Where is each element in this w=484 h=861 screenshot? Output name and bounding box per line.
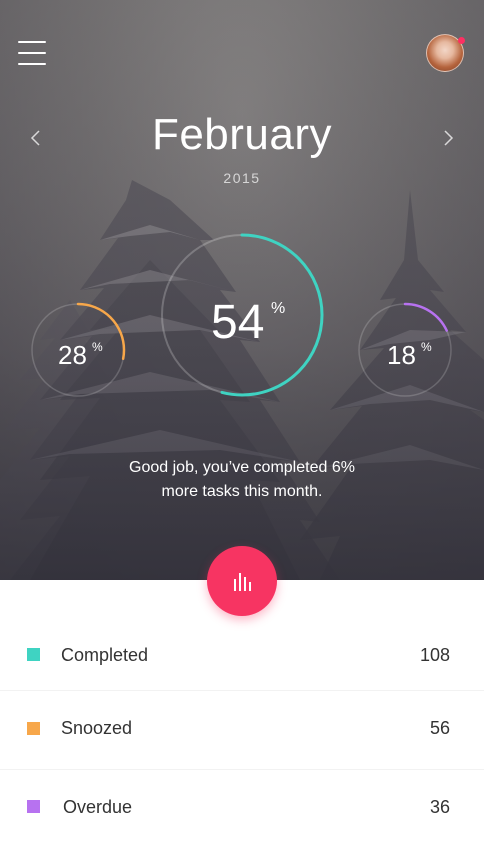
completion-ring-right: 18 % xyxy=(357,302,453,398)
left-percent-unit: % xyxy=(92,340,103,354)
summary-line-2: more tasks this month. xyxy=(161,483,323,500)
month-title: February xyxy=(151,110,333,159)
overdue-swatch xyxy=(27,800,40,813)
menu-line xyxy=(18,52,46,54)
snoozed-swatch xyxy=(27,722,40,735)
menu-line xyxy=(18,41,46,43)
year-label: 2015 xyxy=(223,170,261,186)
legend-count: 56 xyxy=(429,718,450,738)
menu-line xyxy=(18,63,46,65)
legend-row-snoozed[interactable]: Snoozed 56 xyxy=(0,691,484,770)
completion-ring-main: 54 % xyxy=(159,232,325,398)
right-percent-unit: % xyxy=(421,340,432,354)
bar-chart-icon xyxy=(232,571,252,591)
legend-label: Completed xyxy=(61,645,149,665)
main-percent-value: 54 xyxy=(211,296,265,349)
summary-message: Good job, you’ve completed 6% more tasks… xyxy=(92,456,392,504)
notification-dot xyxy=(458,37,465,44)
stats-fab-button[interactable] xyxy=(207,546,277,616)
right-percent-value: 18 xyxy=(387,340,416,370)
legend-row-overdue[interactable]: Overdue 36 xyxy=(0,770,484,849)
summary-line-1: Good job, you’ve completed 6% xyxy=(129,459,355,476)
task-legend-list: Completed 108 Snoozed 56 Overdue 36 xyxy=(0,580,484,849)
legend-label: Overdue xyxy=(63,797,133,817)
hamburger-menu-icon[interactable] xyxy=(18,41,46,65)
legend-count: 36 xyxy=(429,797,450,817)
main-percent-unit: % xyxy=(271,300,286,317)
left-percent-value: 28 xyxy=(58,340,87,370)
completed-swatch xyxy=(27,648,40,661)
completion-ring-left: 28 % xyxy=(30,302,126,398)
legend-count: 108 xyxy=(419,645,450,665)
legend-label: Snoozed xyxy=(61,718,133,738)
